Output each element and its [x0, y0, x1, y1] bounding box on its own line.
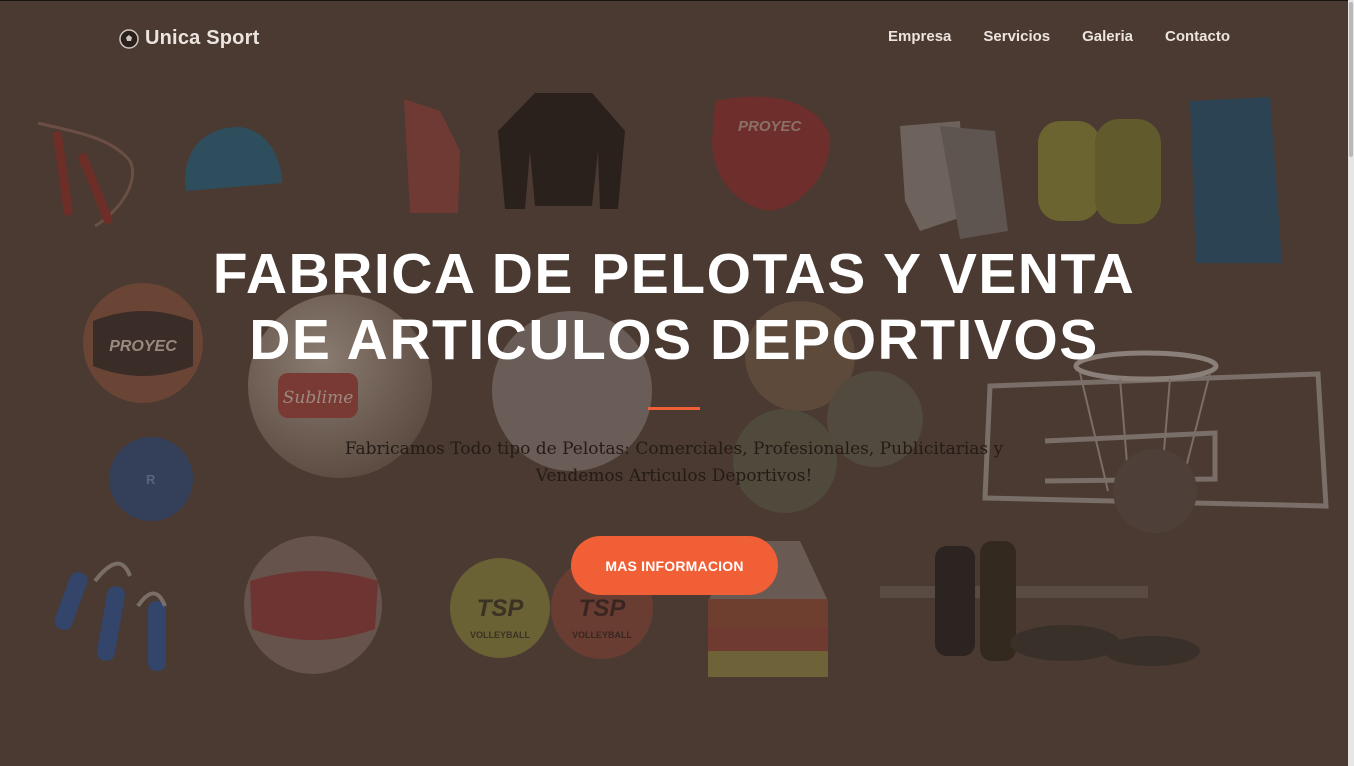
hero-subtitle-line-2: Vendemos Articulos Deportivos! — [535, 466, 813, 486]
shirt-icon — [498, 93, 625, 209]
nav-link-empresa[interactable]: Empresa — [888, 28, 951, 45]
nav-link-servicios[interactable]: Servicios — [983, 28, 1050, 45]
brand-name: Unica Sport — [145, 27, 260, 49]
nav-link-contacto[interactable]: Contacto — [1165, 28, 1230, 45]
vertical-scrollbar[interactable] — [1348, 0, 1354, 766]
hero-title-line-2: DE ARTICULOS DEPORTIVOS — [249, 308, 1099, 372]
hand-grips-icon — [54, 561, 167, 671]
soccer-ball-icon — [119, 28, 139, 49]
brand-logo-link[interactable]: Unica Sport — [119, 27, 259, 50]
nav-links: Empresa Servicios Galeria Contacto — [888, 28, 1230, 45]
top-navbar: Unica Sport Empresa Servicios Galeria Co… — [0, 1, 1348, 77]
volleyball-label-text-1: VOLLEYBALL — [470, 630, 531, 640]
nav-link-galeria[interactable]: Galeria — [1082, 28, 1133, 45]
goalkeeper-gloves-icon — [900, 121, 1008, 239]
head-guard-brand-text: PROYEC — [738, 118, 803, 135]
volleyball-label-text-2: VOLLEYBALL — [572, 630, 633, 640]
hero-title: FABRICA DE PELOTAS Y VENTA DE ARTICULOS … — [174, 241, 1174, 373]
page-frame: PROYEC PROYEC R Sublime TSP TSP VOLLEYBA… — [0, 0, 1348, 766]
hero-subtitle: Fabricamos Todo tipo de Pelotas: Comerci… — [294, 436, 1054, 490]
world-cup-ball-icon — [244, 536, 382, 674]
jump-rope-icon — [37, 121, 135, 228]
shin-guard-icon — [404, 99, 460, 213]
hero-title-line-1: FABRICA DE PELOTAS Y VENTA — [212, 242, 1136, 306]
head-guard-icon: PROYEC — [712, 96, 831, 211]
mas-informacion-button[interactable]: MAS INFORMACION — [571, 536, 778, 595]
hero-section: FABRICA DE PELOTAS Y VENTA DE ARTICULOS … — [0, 241, 1348, 490]
volleyball-tsp-text-1: TSP — [477, 595, 525, 622]
scrollbar-thumb[interactable] — [1349, 2, 1353, 157]
hero-subtitle-line-1: Fabricamos Todo tipo de Pelotas: Comerci… — [344, 439, 1004, 459]
sports-bag-icon — [1190, 97, 1282, 263]
swim-cap-icon — [185, 126, 282, 191]
hero-divider — [648, 407, 700, 410]
boxing-gloves-icon — [1038, 119, 1161, 224]
volleyball-tsp-text-2: TSP — [579, 595, 627, 622]
dumbbells-icon — [880, 541, 1200, 666]
